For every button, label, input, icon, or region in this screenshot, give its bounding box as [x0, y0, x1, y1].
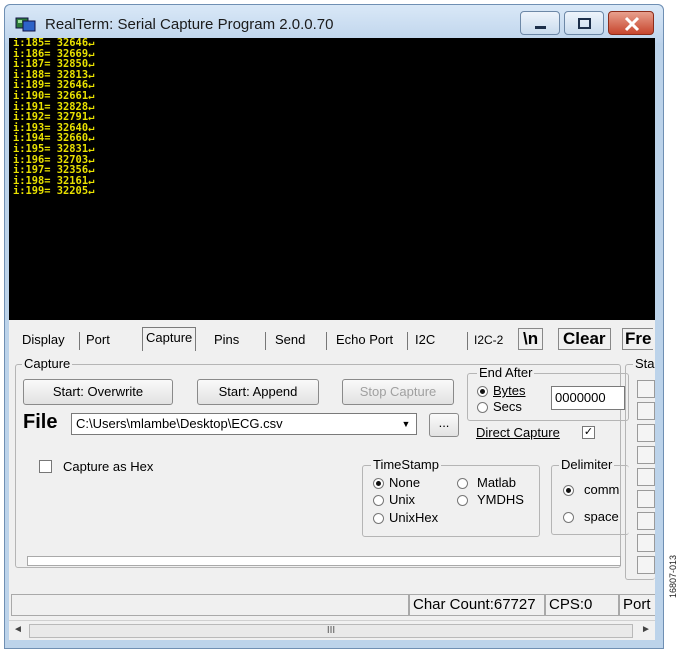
delimiter-space-radio[interactable] — [563, 512, 574, 523]
bytes-label: Bytes — [493, 383, 526, 398]
close-icon — [624, 16, 640, 32]
file-path-text: C:\Users\mlambe\Desktop\ECG.csv — [76, 416, 283, 431]
status-indicator — [637, 446, 655, 464]
char-count: Char Count:67727 — [409, 594, 545, 616]
window-title: RealTerm: Serial Capture Program 2.0.0.7… — [45, 16, 334, 33]
tab-port[interactable]: Port — [83, 330, 113, 350]
status-indicator — [637, 512, 655, 530]
direct-capture-checkbox[interactable]: ✓ — [582, 426, 595, 439]
tab-separator — [79, 332, 80, 350]
maximize-button[interactable] — [564, 11, 604, 35]
tab-capture[interactable]: Capture — [142, 327, 197, 351]
terminal-line: i:195= 32831↵ — [13, 142, 95, 155]
secs-label: Secs — [493, 399, 522, 414]
delimiter-space-label: space — [584, 509, 619, 524]
file-path-combo[interactable]: C:\Users\mlambe\Desktop\ECG.csv ▼ — [71, 413, 417, 435]
direct-capture-label: Direct Capture — [476, 425, 560, 440]
capture-as-hex-checkbox[interactable] — [39, 460, 52, 473]
tab-send[interactable]: Send — [272, 330, 308, 350]
terminal-line: i:199= 32205↵ — [13, 185, 95, 198]
tab-separator — [265, 332, 266, 350]
delimiter-label: Delimiter — [559, 457, 615, 472]
tab-i2c[interactable]: I2C — [412, 330, 438, 350]
freeze-button[interactable]: Fre — [622, 328, 654, 350]
timestamp-none-radio[interactable] — [373, 478, 384, 489]
end-after-label: End After — [477, 365, 535, 380]
timestamp-none-label: None — [389, 475, 421, 490]
close-button[interactable] — [608, 11, 654, 35]
terminal-lines: i:185= 32646↵ i:186= 32669↵ i:187= 32850… — [13, 38, 94, 197]
status-indicator — [637, 490, 655, 508]
status-indicator — [637, 402, 655, 420]
status-cell-message — [11, 594, 409, 616]
control-panel: Display Port Capture Pins Send Echo Port… — [9, 320, 655, 590]
stop-capture-button[interactable]: Stop Capture — [342, 379, 454, 405]
status-indicator — [637, 424, 655, 442]
clear-button[interactable]: Clear — [558, 328, 611, 350]
figure-code: 16807-013 — [668, 554, 678, 598]
capture-progress-bar — [27, 556, 621, 566]
timestamp-unixhex-label: UnixHex — [389, 510, 439, 525]
delimiter-comma-label: comm — [584, 482, 620, 497]
status-indicator — [637, 468, 655, 486]
tab-display[interactable]: Display — [19, 330, 68, 350]
delimiter-comma-radio[interactable] — [563, 485, 574, 496]
timestamp-unixhex-radio[interactable] — [373, 513, 384, 524]
file-label: File — [23, 411, 58, 433]
tab-separator — [407, 332, 408, 350]
chevron-down-icon[interactable]: ▼ — [398, 416, 414, 432]
capture-as-hex-label: Capture as Hex — [63, 459, 154, 474]
minimize-button[interactable] — [520, 11, 560, 35]
end-after-value: 0000000 — [555, 390, 606, 405]
bytes-radio[interactable] — [477, 386, 488, 397]
status-indicators — [637, 380, 655, 576]
scroll-right-arrow-icon[interactable]: ► — [641, 624, 651, 635]
secs-radio[interactable] — [477, 402, 488, 413]
terminal-output[interactable]: i:185= 32646↵ i:186= 32669↵ i:187= 32850… — [9, 38, 655, 320]
status-group-label: Sta — [633, 356, 655, 371]
terminal-line: i:185= 32646↵ — [13, 38, 95, 49]
tab-separator — [326, 332, 327, 350]
end-after-value-input[interactable]: 0000000 — [551, 386, 625, 410]
scroll-thumb[interactable]: III — [29, 624, 633, 638]
timestamp-matlab-label: Matlab — [477, 475, 517, 490]
start-append-button[interactable]: Start: Append — [197, 379, 319, 405]
delimiter-group — [551, 465, 629, 535]
port-status: Port — [619, 594, 655, 616]
realterm-app-icon — [15, 15, 37, 33]
timestamp-ymdhs-radio[interactable] — [457, 495, 468, 506]
terminal-line: i:190= 32661↵ — [13, 89, 95, 102]
browse-button[interactable]: ... — [429, 413, 459, 437]
cps-readout: CPS:0 — [545, 594, 619, 616]
scroll-left-arrow-icon[interactable]: ◄ — [13, 624, 23, 635]
status-indicator — [637, 556, 655, 574]
timestamp-unix-label: Unix — [389, 492, 416, 507]
status-indicator — [637, 534, 655, 552]
tab-separator — [467, 332, 468, 350]
newline-button[interactable]: \n — [518, 328, 544, 350]
tab-echo-port[interactable]: Echo Port — [333, 330, 396, 350]
timestamp-ymdhs-label: YMDHS — [477, 492, 524, 507]
scroll-track[interactable]: III — [29, 624, 633, 638]
start-overwrite-button[interactable]: Start: Overwrite — [23, 379, 173, 405]
timestamp-matlab-radio[interactable] — [457, 478, 468, 489]
tab-pins[interactable]: Pins — [211, 330, 242, 350]
status-bar: Char Count:67727 CPS:0 Port — [9, 590, 655, 620]
timestamp-label: TimeStamp — [371, 457, 441, 472]
status-indicator — [637, 380, 655, 398]
timestamp-unix-radio[interactable] — [373, 495, 384, 506]
horizontal-scrollbar[interactable]: ◄ III ► — [9, 620, 655, 640]
capture-group-label: Capture — [22, 356, 73, 371]
tab-i2c-2[interactable]: I2C-2 — [471, 330, 506, 350]
